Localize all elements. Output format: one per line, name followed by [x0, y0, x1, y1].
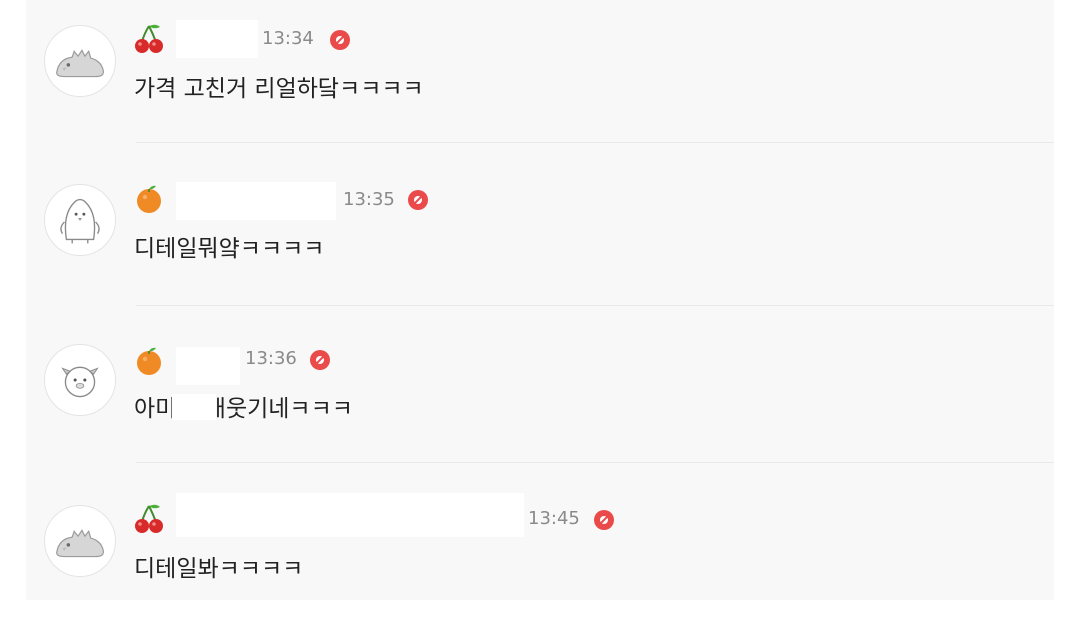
username-redacted: [176, 493, 524, 537]
message-divider: [136, 462, 1054, 463]
chat-message: 13:35 디테일뭐얔ㅋㅋㅋㅋ: [26, 160, 1054, 320]
orange-icon: [134, 344, 164, 376]
message-text: 디테일뭐얔ㅋㅋㅋㅋ: [134, 236, 325, 262]
message-text: 디테일봐ㅋㅋㅋㅋ: [134, 556, 304, 582]
username-redacted: [176, 347, 240, 385]
message-timestamp: 13:36: [245, 348, 297, 369]
username-redacted: [176, 182, 336, 220]
cherry-icon: [134, 22, 164, 54]
text-redacted: [172, 394, 216, 420]
chat-message: 13:34 가격 고친거 리얼하닼ㅋㅋㅋㅋ: [26, 0, 1054, 160]
message-text: 가격 고친거 리얼하닼ㅋㅋㅋㅋ: [134, 76, 424, 102]
cherry-icon: [134, 502, 164, 534]
message-timestamp: 13:45: [528, 508, 580, 529]
message-text: 아미치 개웃기네ㅋㅋㅋ: [134, 396, 353, 422]
message-divider: [136, 142, 1054, 143]
face-avatar-icon[interactable]: [44, 344, 116, 416]
chat-message: 13:45 디테일봐ㅋㅋㅋㅋ: [26, 480, 1054, 640]
chat-message: 13:36 아미치 개웃기네ㅋㅋㅋ: [26, 320, 1054, 480]
username-redacted: [176, 20, 258, 58]
block-icon[interactable]: [330, 30, 350, 50]
orange-icon: [134, 182, 164, 214]
penguin-avatar-icon[interactable]: [44, 184, 116, 256]
chat-message-list: 13:34 가격 고친거 리얼하닼ㅋㅋㅋㅋ 13:35 디테일뭐얔ㅋㅋㅋㅋ 13…: [26, 0, 1054, 600]
dinosaur-avatar-icon[interactable]: [44, 505, 116, 577]
block-icon[interactable]: [594, 510, 614, 530]
message-timestamp: 13:34: [262, 28, 314, 49]
dinosaur-avatar-icon[interactable]: [44, 25, 116, 97]
block-icon[interactable]: [310, 350, 330, 370]
message-divider: [136, 305, 1054, 306]
block-icon[interactable]: [408, 190, 428, 210]
message-timestamp: 13:35: [343, 189, 395, 210]
